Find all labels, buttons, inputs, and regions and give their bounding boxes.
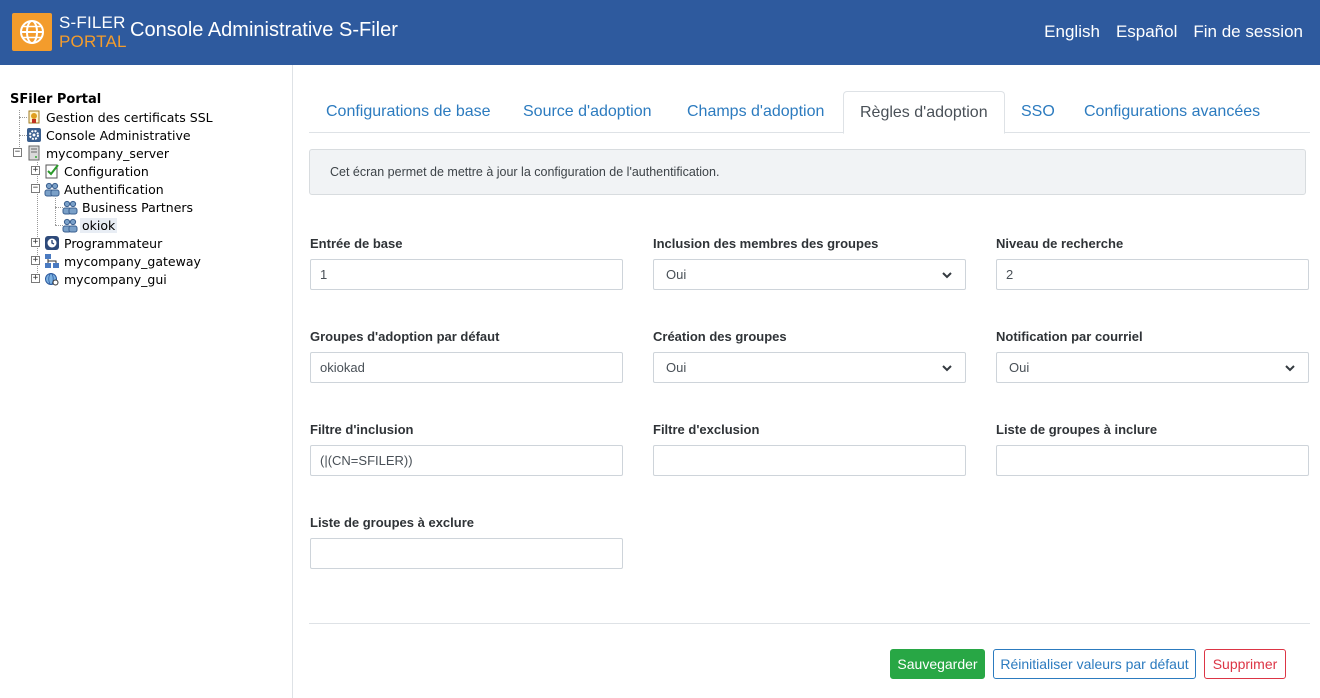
tab-regles-adoption[interactable]: Règles d'adoption (843, 91, 1005, 134)
filtre-exclusion-label: Filtre d'exclusion (653, 422, 760, 437)
app-header: S-FILER PORTAL Console Administrative S-… (0, 0, 1320, 65)
tree-item-label: Business Partners (82, 199, 194, 215)
collapse-toggle[interactable]: − (13, 148, 22, 157)
niveau-recherche-input[interactable] (996, 259, 1309, 290)
notification-courriel-select[interactable]: Oui (996, 352, 1309, 383)
chevron-down-icon (1285, 364, 1295, 371)
tree-connector (55, 198, 56, 225)
tree-item-label: mycompany_server (46, 145, 170, 161)
users-icon (44, 181, 60, 197)
expand-toggle[interactable]: + (31, 256, 40, 265)
sidebar-tree: SFiler Portal Gestion des certificats SS… (0, 65, 293, 698)
entree-base-input[interactable] (310, 259, 623, 290)
creation-groupes-label: Création des groupes (653, 329, 787, 344)
top-nav: English Español Fin de session (1044, 22, 1303, 42)
creation-groupes-select[interactable]: Oui (653, 352, 966, 383)
groupes-exclure-input[interactable] (310, 538, 623, 569)
brand-logo-text: S-FILER PORTAL (59, 13, 127, 51)
delete-button[interactable]: Supprimer (1204, 649, 1286, 679)
expand-toggle[interactable]: + (31, 238, 40, 247)
tree-item-label: Gestion des certificats SSL (46, 109, 213, 125)
users-icon (62, 199, 78, 215)
inclusion-membres-select[interactable]: Oui (653, 259, 966, 290)
expand-toggle[interactable]: + (31, 166, 40, 175)
tree-item-label: okiok (80, 217, 118, 233)
gear-icon (26, 127, 42, 143)
tree-root-label: SFiler Portal (10, 92, 102, 107)
logo-line1: S-FILER (59, 13, 126, 32)
tree-item-label: Programmateur (64, 235, 163, 251)
groupes-adoption-label: Groupes d'adoption par défaut (310, 329, 500, 344)
clock-icon (44, 235, 60, 251)
tree-item-certificats-ssl[interactable]: Gestion des certificats SSL (26, 108, 215, 126)
tree-item-label: Authentification (64, 181, 164, 197)
reset-defaults-button[interactable]: Réinitialiser valeurs par défaut (993, 649, 1196, 679)
tab-source-adoption[interactable]: Source d'adoption (507, 91, 667, 133)
app-title: Console Administrative S-Filer (130, 19, 398, 41)
tree-item-console-administrative[interactable]: Console Administrative (26, 126, 193, 144)
entree-base-label: Entrée de base (310, 236, 403, 251)
tree-item-label: Configuration (64, 163, 149, 179)
certificate-icon (26, 109, 42, 125)
checklist-icon (44, 163, 60, 179)
tree-item-mycompany-gui[interactable]: mycompany_gui (44, 270, 169, 288)
tab-configurations-de-base[interactable]: Configurations de base (310, 91, 507, 133)
tree-item-business-partners[interactable]: Business Partners (62, 198, 195, 216)
network-icon (44, 253, 60, 269)
nav-english-link[interactable]: English (1044, 22, 1100, 42)
filtre-inclusion-input[interactable] (310, 445, 623, 476)
inclusion-membres-label: Inclusion des membres des groupes (653, 236, 879, 251)
form-divider (309, 623, 1310, 624)
tree-item-programmateur[interactable]: Programmateur (44, 234, 164, 252)
notification-courriel-value: Oui (1009, 360, 1030, 375)
filtre-exclusion-input[interactable] (653, 445, 966, 476)
save-button[interactable]: Sauvegarder (890, 649, 985, 679)
tab-sso[interactable]: SSO (1005, 91, 1071, 133)
collapse-toggle[interactable]: − (31, 184, 40, 193)
notification-courriel-label: Notification par courriel (996, 329, 1143, 344)
nav-logout-link[interactable]: Fin de session (1193, 22, 1303, 42)
config-tabs: Configurations de base Source d'adoption… (309, 91, 1310, 134)
globe-search-icon (44, 271, 60, 287)
groupes-inclure-label: Liste de groupes à inclure (996, 422, 1158, 437)
groupes-exclure-label: Liste de groupes à exclure (310, 515, 475, 530)
tree-item-configuration[interactable]: Configuration (44, 162, 151, 180)
inclusion-membres-value: Oui (666, 267, 687, 282)
groupes-adoption-input[interactable] (310, 352, 623, 383)
creation-groupes-value: Oui (666, 360, 687, 375)
expand-toggle[interactable]: + (31, 274, 40, 283)
chevron-down-icon (942, 364, 952, 371)
chevron-down-icon (942, 271, 952, 278)
niveau-recherche-label: Niveau de recherche (996, 236, 1124, 251)
tree-item-label: mycompany_gateway (64, 253, 201, 269)
info-message: Cet écran permet de mettre à jour la con… (309, 149, 1306, 195)
tree-item-mycompany-server[interactable]: mycompany_server (26, 144, 171, 162)
logo-line2: PORTAL (59, 32, 127, 51)
tab-configurations-avancees[interactable]: Configurations avancées (1068, 91, 1276, 133)
tree-item-label: mycompany_gui (64, 271, 167, 287)
globe-logo-icon (12, 13, 52, 51)
tab-champs-adoption[interactable]: Champs d'adoption (671, 91, 840, 133)
groupes-inclure-input[interactable] (996, 445, 1309, 476)
server-icon (26, 145, 42, 161)
filtre-inclusion-label: Filtre d'inclusion (310, 422, 414, 437)
tree-item-mycompany-gateway[interactable]: mycompany_gateway (44, 252, 203, 270)
users-icon (62, 217, 78, 233)
nav-espanol-link[interactable]: Español (1116, 22, 1177, 42)
tree-item-authentification[interactable]: Authentification (44, 180, 166, 198)
tree-item-label: Console Administrative (46, 127, 191, 143)
tree-item-okiok[interactable]: okiok (62, 216, 118, 234)
